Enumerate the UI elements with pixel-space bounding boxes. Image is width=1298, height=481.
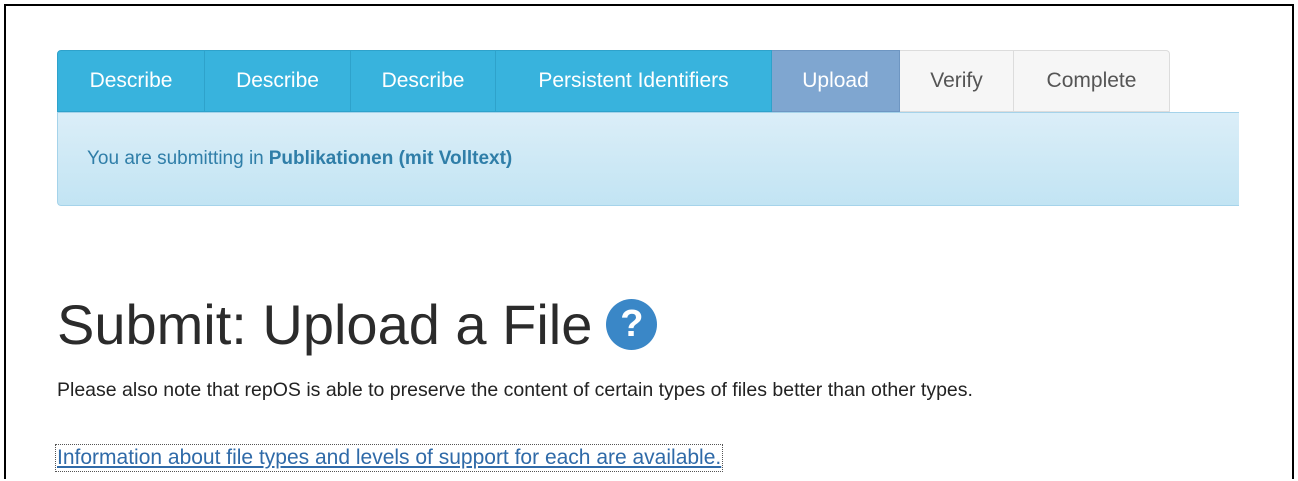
- page-frame: Describe Describe Describe Persistent Id…: [4, 4, 1294, 479]
- question-circle-icon[interactable]: ?: [606, 298, 658, 350]
- file-types-info-link[interactable]: Information about file types and levels …: [54, 444, 724, 472]
- collection-name: Publikationen (mit Volltext): [268, 148, 513, 169]
- page-title: Submit: Upload a File ?: [57, 284, 658, 364]
- tab-describe-3[interactable]: Describe: [351, 50, 496, 112]
- page-title-text: Submit: Upload a File: [57, 292, 593, 356]
- submission-collection-alert: You are submitting in Publikationen (mit…: [57, 112, 1239, 206]
- tab-persistent-identifiers[interactable]: Persistent Identifiers: [496, 50, 772, 112]
- tab-upload[interactable]: Upload: [772, 50, 900, 112]
- tab-describe-2[interactable]: Describe: [205, 50, 351, 112]
- tab-complete: Complete: [1014, 50, 1170, 112]
- tab-verify: Verify: [900, 50, 1014, 112]
- file-preservation-note: Please also note that repOS is able to p…: [57, 379, 973, 401]
- alert-prefix: You are submitting in: [87, 148, 264, 169]
- tab-describe-1[interactable]: Describe: [57, 50, 205, 112]
- submission-progress-tabs: Describe Describe Describe Persistent Id…: [57, 50, 1170, 112]
